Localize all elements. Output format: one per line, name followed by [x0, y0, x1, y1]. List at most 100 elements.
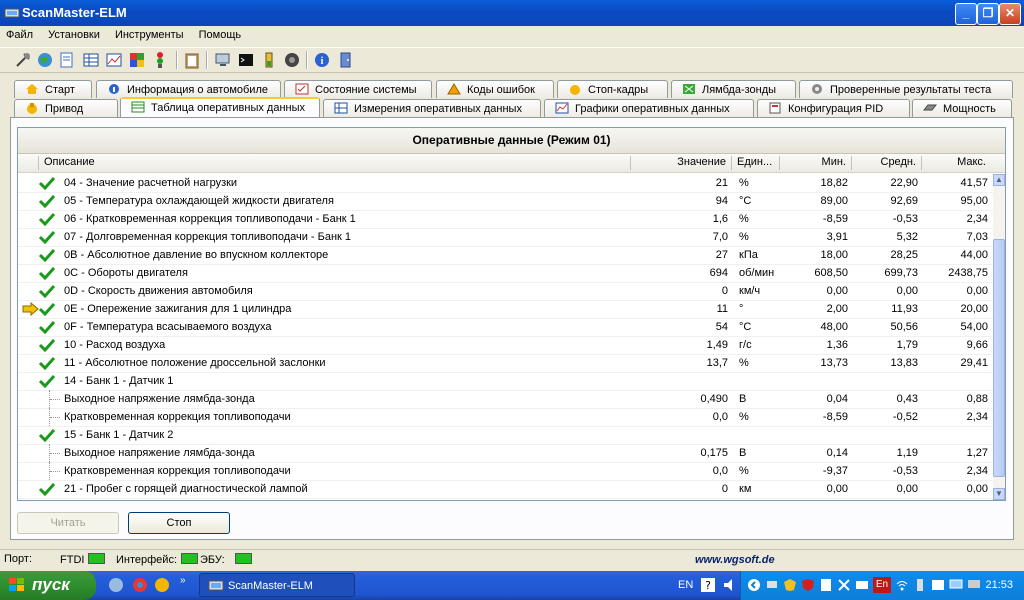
usb-icon[interactable]: [913, 578, 927, 592]
network-icon[interactable]: [765, 578, 779, 592]
read-button[interactable]: Читать: [17, 512, 119, 534]
scroll-up-icon[interactable]: ▲: [993, 174, 1005, 186]
table-row[interactable]: 11 - Абсолютное положение дроссельной за…: [18, 354, 993, 373]
wifi-icon[interactable]: [895, 578, 909, 592]
start-button[interactable]: пуск: [0, 571, 96, 600]
col-value[interactable]: Значение: [658, 156, 726, 168]
row-description: 14 - Банк 1 - Датчик 1: [64, 375, 174, 387]
table-row[interactable]: Кратковременная коррекция топливоподачи 0…: [18, 408, 993, 427]
table-row[interactable]: 0C - Обороты двигателя 694 об/мин 608,50 699…: [18, 264, 993, 283]
close-button[interactable]: ✕: [999, 3, 1021, 25]
exit-door-icon[interactable]: [337, 51, 355, 69]
tab-vehicle-info[interactable]: Информация о автомобиле: [96, 80, 281, 98]
tab-drive[interactable]: Привод: [14, 99, 118, 117]
table-row[interactable]: 14 - Банк 1 - Датчик 1: [18, 372, 993, 391]
scroll-thumb[interactable]: [993, 239, 1005, 477]
globe-icon[interactable]: [36, 51, 54, 69]
tab-live-data-charts[interactable]: Графики оперативных данных: [544, 99, 754, 117]
shield-icon[interactable]: [801, 578, 815, 592]
check-icon: [38, 194, 56, 208]
quicklaunch-app-icon[interactable]: [154, 577, 170, 593]
table-row[interactable]: 0F - Температура всасываемого воздуха 54 °…: [18, 318, 993, 337]
table-row[interactable]: 0B - Абсолютное давление во впускном кол…: [18, 246, 993, 265]
col-description[interactable]: Описание: [44, 156, 95, 168]
scroll-down-icon[interactable]: ▼: [993, 488, 1005, 500]
table-row[interactable]: 10 - Расход воздуха 1,49 г/с 1,36 1,79 9,66: [18, 336, 993, 355]
maximize-button[interactable]: ❐: [977, 3, 999, 25]
table-row[interactable]: Выходное напряжение лямбда-зонда 0,490 В 0,…: [18, 390, 993, 409]
menu-file[interactable]: Файл: [0, 26, 39, 44]
table-row[interactable]: Кратковременная коррекция топливоподачи 0…: [18, 462, 993, 481]
tree-connector-icon: [49, 444, 62, 462]
toolbar: i: [0, 47, 1024, 73]
table-row[interactable]: Выходное напряжение лямбда-зонда 0,175 В 0,…: [18, 444, 993, 463]
table-row[interactable]: 21 - Пробег с горящей диагностической ла…: [18, 480, 993, 499]
document-tray-icon[interactable]: [819, 578, 833, 592]
stop-button[interactable]: Стоп: [128, 512, 230, 534]
port-led-icon: [88, 553, 106, 564]
palette-icon[interactable]: [128, 51, 146, 69]
speaker-icon[interactable]: [722, 577, 738, 593]
computer-icon[interactable]: [967, 578, 981, 592]
col-min[interactable]: Мин.: [780, 156, 846, 168]
tab-live-data-table[interactable]: Таблица оперативных данных: [120, 97, 320, 117]
help-icon[interactable]: ?: [700, 577, 716, 593]
col-avg[interactable]: Средн.: [852, 156, 917, 168]
col-unit[interactable]: Един...: [737, 156, 772, 168]
menu-settings[interactable]: Установки: [42, 26, 106, 44]
chevron-icon[interactable]: »: [180, 575, 186, 586]
row-min: 2,00: [826, 303, 848, 315]
col-max[interactable]: Макс.: [922, 156, 986, 168]
tab-pid-config[interactable]: Конфигурация PID: [757, 99, 910, 117]
website-link[interactable]: www.wgsoft.de: [695, 554, 775, 566]
quicklaunch-globe-icon[interactable]: [108, 577, 124, 593]
table-row[interactable]: 0E - Опережение зажигания для 1 цилиндра…: [18, 300, 993, 319]
tab-system-status[interactable]: Состояние системы: [284, 80, 432, 98]
table-row[interactable]: 04 - Значение расчетной нагрузки 21% 18,82…: [18, 174, 993, 193]
minimize-button[interactable]: _: [955, 3, 977, 25]
check-icon: [38, 338, 56, 352]
clipboard-icon[interactable]: [183, 51, 201, 69]
tab-freeze-frames[interactable]: Стоп-кадры: [557, 80, 668, 98]
chart-icon[interactable]: [105, 51, 123, 69]
tab-test-results[interactable]: Проверенные результаты теста: [799, 80, 1013, 98]
row-avg: 5,32: [896, 231, 918, 243]
security-icon[interactable]: [783, 578, 797, 592]
connect-icon[interactable]: [14, 51, 32, 69]
close-x-tray-icon[interactable]: [837, 578, 851, 592]
about-info-icon[interactable]: i: [313, 51, 331, 69]
tab-live-data-measurements[interactable]: Измерения оперативных данных: [323, 99, 541, 117]
document-icon[interactable]: [58, 51, 76, 69]
table-icon[interactable]: [82, 51, 100, 69]
calendar-icon[interactable]: [931, 578, 945, 592]
language-indicator[interactable]: EN: [678, 579, 693, 591]
terminal-icon[interactable]: [237, 51, 255, 69]
taskbar: пуск » ScanMaster-ELM EN ? En 21:53: [0, 571, 1024, 600]
tab-oxygen-sensors[interactable]: Лямбда-зонды: [671, 80, 796, 98]
table-row[interactable]: 07 - Долговременная коррекция топливопод…: [18, 228, 993, 247]
table-row[interactable]: 06 - Кратковременная коррекция топливопо…: [18, 210, 993, 229]
check-icon: [38, 428, 56, 442]
tray-language[interactable]: En: [873, 577, 891, 593]
menu-help[interactable]: Помощь: [193, 26, 248, 44]
display-icon[interactable]: [949, 578, 963, 592]
table-row[interactable]: 15 - Банк 1 - Датчик 2: [18, 426, 993, 445]
monitor-icon[interactable]: [214, 51, 232, 69]
table-row[interactable]: 05 - Температура охлаждающей жидкости дв…: [18, 192, 993, 211]
menu-tools[interactable]: Инструменты: [109, 26, 190, 44]
tab-error-codes[interactable]: Коды ошибок: [436, 80, 554, 98]
row-description: 0D - Скорость движения автомобиля: [64, 285, 253, 297]
keyboard-icon[interactable]: [855, 578, 869, 592]
vertical-scrollbar[interactable]: ▲ ▼: [993, 174, 1005, 500]
tab-start[interactable]: Старт: [14, 80, 92, 98]
row-max: 54,00: [960, 321, 988, 333]
tray-back-icon[interactable]: [747, 578, 761, 592]
chrome-icon[interactable]: [132, 577, 148, 593]
clock[interactable]: 21:53: [985, 579, 1013, 591]
table-row[interactable]: 0D - Скорость движения автомобиля 0 км/ч 0,…: [18, 282, 993, 301]
taskbar-item-scanmaster[interactable]: ScanMaster-ELM: [199, 573, 355, 597]
traffic-light-icon[interactable]: [151, 51, 169, 69]
battery-icon[interactable]: [260, 51, 278, 69]
wheel-icon[interactable]: [283, 51, 301, 69]
tab-power[interactable]: Мощность: [912, 99, 1012, 117]
